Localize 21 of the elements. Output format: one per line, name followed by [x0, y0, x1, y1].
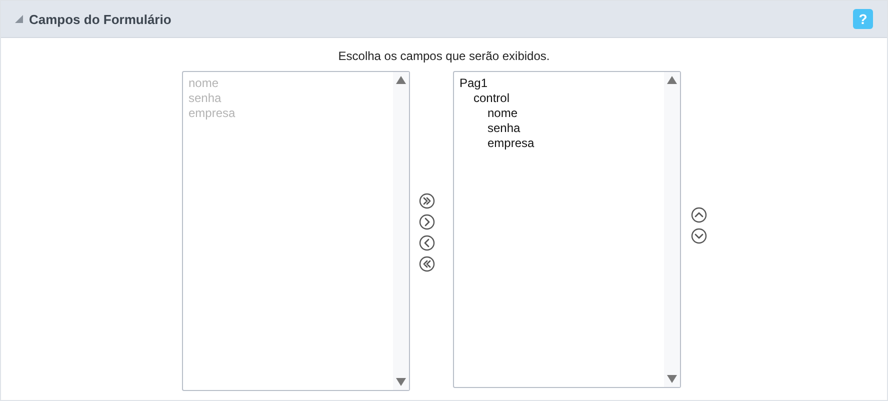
selected-fields-list[interactable]: Pag1 control nome senha empresa	[452, 71, 680, 388]
scrollbar[interactable]	[664, 72, 680, 387]
scroll-down-icon[interactable]	[396, 378, 406, 386]
scroll-down-icon[interactable]	[666, 375, 676, 383]
move-left-button[interactable]	[418, 235, 434, 251]
tree-item[interactable]: Pag1	[460, 76, 488, 91]
move-down-button[interactable]	[690, 228, 706, 244]
tree-item[interactable]: nome	[488, 106, 518, 121]
tree-item[interactable]: senha	[488, 121, 520, 136]
collapse-icon[interactable]	[15, 15, 23, 23]
move-all-right-button[interactable]	[418, 193, 434, 209]
tree-item[interactable]: empresa	[488, 136, 534, 151]
instruction-text: Escolha os campos que serão exibidos.	[338, 49, 550, 63]
panel-title: Campos do Formulário	[29, 12, 172, 26]
move-up-button[interactable]	[690, 207, 706, 223]
scrollbar[interactable]	[392, 72, 408, 390]
move-right-button[interactable]	[418, 214, 434, 230]
scroll-up-icon[interactable]	[396, 76, 406, 84]
scroll-up-icon[interactable]	[666, 76, 676, 84]
move-all-left-button[interactable]	[418, 256, 434, 272]
tree-item[interactable]: control	[474, 91, 510, 106]
